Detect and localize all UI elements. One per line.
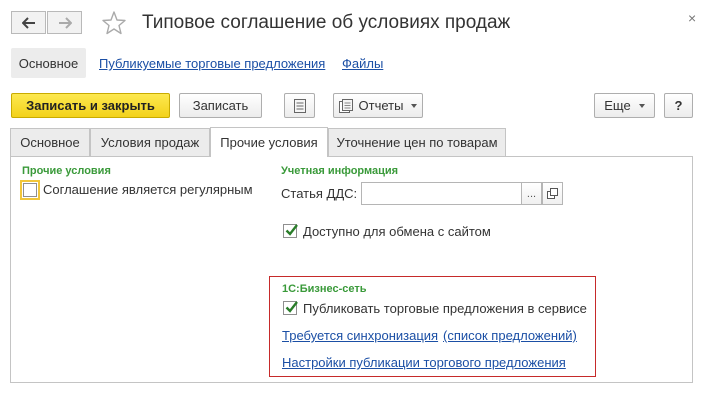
regular-agreement-label: Соглашение является регулярным (43, 182, 253, 197)
site-exchange-label: Доступно для обмена с сайтом (303, 224, 491, 239)
dds-label: Статья ДДС: (281, 186, 358, 201)
sync-required-link[interactable]: Требуется синхронизация (282, 328, 438, 343)
regular-agreement-checkbox[interactable] (20, 180, 40, 200)
accounting-group-title: Учетная информация (281, 165, 399, 177)
forward-arrow-icon (58, 16, 72, 29)
dds-input[interactable] (361, 182, 522, 205)
back-button[interactable] (11, 11, 46, 34)
publication-settings-link[interactable]: Настройки публикации торгового предложен… (282, 355, 566, 370)
reports-button[interactable]: Отчеты (333, 93, 423, 118)
chevron-down-icon (638, 103, 645, 108)
more-button[interactable]: Еще (594, 93, 655, 118)
business-network-group-title: 1С:Бизнес-сеть (282, 283, 367, 295)
publish-offers-checkbox[interactable] (283, 301, 298, 315)
reports-label: Отчеты (358, 98, 404, 113)
site-exchange-checkbox[interactable] (283, 224, 298, 238)
chevron-down-icon (411, 103, 418, 108)
save-button[interactable]: Записать (179, 93, 262, 118)
checkmark-icon (285, 301, 298, 313)
more-label: Еще (604, 98, 631, 113)
section-published-offers-link[interactable]: Публикуемые торговые предложения (99, 56, 325, 71)
close-icon[interactable]: × (688, 10, 696, 26)
dds-open-button[interactable] (542, 182, 563, 205)
tab-other-conditions[interactable]: Прочие условия (210, 127, 328, 157)
help-button[interactable]: ? (664, 93, 693, 118)
offers-list-link[interactable]: (список предложений) (443, 328, 577, 343)
open-icon (547, 188, 558, 199)
other-conditions-group-title: Прочие условия (22, 165, 111, 177)
section-files-link[interactable]: Файлы (342, 56, 383, 71)
checkmark-icon (285, 224, 298, 236)
page-title: Типовое соглашение об условиях продаж (142, 12, 511, 33)
list-button[interactable] (284, 93, 315, 118)
publish-offers-label: Публиковать торговые предложения в серви… (303, 301, 587, 316)
star-icon[interactable] (101, 10, 127, 36)
reports-icon (338, 98, 353, 113)
list-icon (293, 98, 306, 113)
tab-sales-conditions[interactable]: Условия продаж (90, 128, 210, 156)
forward-button[interactable] (47, 11, 82, 34)
dds-select-button[interactable]: ... (521, 182, 542, 205)
save-and-close-button[interactable]: Записать и закрыть (11, 93, 170, 118)
section-main[interactable]: Основное (11, 48, 86, 78)
tab-price-refinement[interactable]: Уточнение цен по товарам (328, 128, 506, 156)
tab-main[interactable]: Основное (10, 128, 90, 156)
back-arrow-icon (21, 16, 35, 29)
